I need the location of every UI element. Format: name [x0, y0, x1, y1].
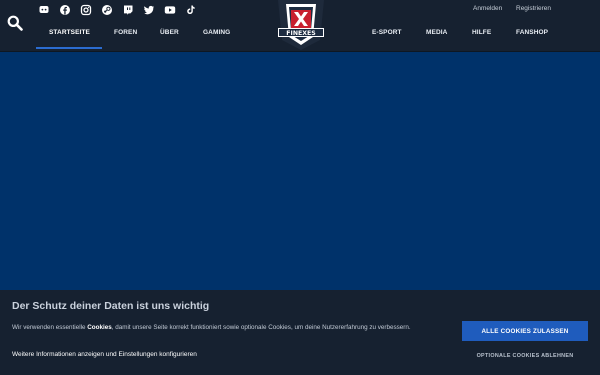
nav-ueber[interactable]: ÜBER — [160, 29, 179, 36]
cookie-banner-text: Wir verwenden essentielle Cookies, damit… — [12, 322, 442, 334]
cookie-text-bold: Cookies — [87, 324, 112, 331]
svg-text:FINEXES: FINEXES — [286, 30, 315, 37]
nav-esport[interactable]: E-SPORT — [372, 29, 402, 36]
nav-media[interactable]: MEDIA — [426, 29, 447, 36]
header-divider — [0, 51, 600, 52]
tiktok-icon[interactable] — [185, 3, 197, 15]
twitter-icon[interactable] — [143, 3, 155, 15]
cookie-text-start: Wir verwenden essentielle — [12, 324, 88, 331]
instagram-icon[interactable] — [80, 3, 92, 16]
active-nav-indicator — [36, 47, 102, 49]
steam-icon[interactable] — [101, 3, 113, 15]
cookie-banner-title: Der Schutz deiner Daten ist uns wichtig — [12, 300, 210, 312]
nav-hilfe[interactable]: HILFE — [472, 29, 491, 36]
cookie-settings-link[interactable]: Weitere Informationen anzeigen und Einst… — [12, 351, 197, 358]
search-icon[interactable] — [7, 15, 23, 31]
nav-startseite[interactable]: STARTSEITE — [49, 29, 90, 36]
site-header: STARTSEITE FOREN ÜBER GAMING FINEXES E-S… — [0, 0, 600, 52]
nav-foren[interactable]: FOREN — [114, 29, 137, 36]
accept-all-cookies-button[interactable]: ALLE COOKIES ZULASSEN — [462, 321, 588, 341]
cookie-text-end: , damit unsere Seite korrekt funktionier… — [111, 324, 411, 331]
facebook-icon[interactable] — [59, 3, 71, 15]
decline-optional-cookies-button[interactable]: OPTIONALE COOKIES ABLEHNEN — [462, 349, 588, 363]
login-link[interactable]: Anmelden — [473, 5, 502, 12]
youtube-icon[interactable] — [164, 3, 176, 15]
register-link[interactable]: Registrieren — [516, 5, 551, 12]
nav-fanshop[interactable]: FANSHOP — [516, 29, 548, 36]
twitch-icon[interactable] — [122, 3, 134, 15]
finexes-logo[interactable]: FINEXES — [274, 0, 328, 54]
social-links — [38, 3, 197, 16]
discord-icon[interactable] — [38, 3, 50, 15]
nav-gaming[interactable]: GAMING — [203, 29, 230, 36]
